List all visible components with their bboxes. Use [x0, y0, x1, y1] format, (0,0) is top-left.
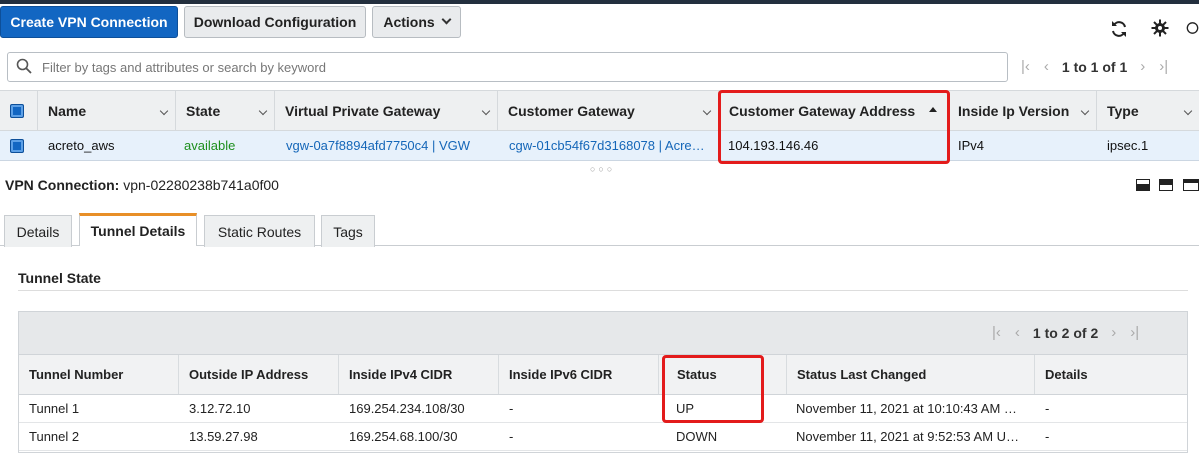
cell-outside-ip: 3.12.72.10: [189, 401, 251, 416]
tab-tags[interactable]: Tags: [321, 215, 375, 247]
cell-inside-ipv4: 169.254.234.108/30: [349, 401, 465, 416]
last-page-icon[interactable]: ›|: [1159, 58, 1168, 75]
vpn-connection-id: vpn-02280238b741a0f00: [123, 177, 279, 193]
row-checkbox[interactable]: [10, 138, 24, 153]
tab-details[interactable]: Details: [4, 215, 72, 247]
sort-icon: [1080, 106, 1090, 116]
next-page-icon[interactable]: ›: [1140, 58, 1145, 75]
cell-outside-ip: 13.59.27.98: [189, 429, 258, 444]
actions-dropdown-button[interactable]: Actions: [372, 6, 461, 38]
pager-text: 1 to 1 of 1: [1061, 58, 1128, 75]
cell-tunnel: Tunnel 2: [29, 429, 80, 444]
select-all-checkbox[interactable]: [10, 103, 24, 118]
prev-page-icon[interactable]: ‹: [1044, 58, 1049, 75]
tab-tunnel-details[interactable]: Tunnel Details: [79, 213, 197, 246]
download-configuration-button[interactable]: Download Configuration: [184, 6, 366, 38]
split-view-icon[interactable]: [1159, 179, 1173, 191]
search-bar[interactable]: [7, 52, 1008, 82]
sort-icon: [702, 106, 712, 116]
col-inside-ipv6[interactable]: Inside IPv6 CIDR: [499, 355, 659, 394]
pager-text: 1 to 2 of 2: [1032, 324, 1099, 341]
divider: [18, 290, 1188, 291]
cell-status-changed: November 11, 2021 at 9:52:53 AM U…: [796, 429, 1020, 444]
next-page-icon[interactable]: ›: [1111, 324, 1116, 341]
select-all-cell[interactable]: [0, 91, 38, 130]
detail-tabs: Details Tunnel Details Static Routes Tag…: [0, 213, 1199, 247]
col-name[interactable]: Name: [38, 91, 176, 130]
cell-inside-ipv4: 169.254.68.100/30: [349, 429, 458, 444]
sort-icon: [481, 106, 491, 116]
tunnel-table-toolbar: |‹ ‹ 1 to 2 of 2 › ›|: [19, 312, 1187, 354]
col-state[interactable]: State: [176, 91, 275, 130]
col-details[interactable]: Details: [1035, 355, 1187, 394]
cell-status-down: DOWN: [676, 429, 718, 444]
table-row[interactable]: Tunnel 2 13.59.27.98 169.254.68.100/30 -…: [19, 423, 1187, 451]
tab-static-routes[interactable]: Static Routes: [204, 215, 315, 247]
tunnel-state-heading: Tunnel State: [18, 270, 101, 286]
cell-tunnel: Tunnel 1: [29, 401, 80, 416]
cell-inside-ipv6: -: [509, 429, 514, 444]
search-input[interactable]: [40, 58, 1007, 76]
sort-icon: [1183, 106, 1193, 116]
cell-state: available: [184, 138, 236, 153]
first-page-icon[interactable]: |‹: [1021, 58, 1030, 75]
cell-type: ipsec.1: [1107, 138, 1149, 153]
first-page-icon[interactable]: |‹: [992, 324, 1001, 341]
tunnel-table: |‹ ‹ 1 to 2 of 2 › ›| Tunnel Number Outs…: [18, 311, 1188, 453]
cgw-address-highlight: [718, 90, 950, 164]
vpn-connection-label: VPN Connection:: [5, 177, 120, 193]
col-vpg[interactable]: Virtual Private Gateway: [275, 91, 498, 130]
table-row[interactable]: acreto_aws available vgw-0a7f8894afd7750…: [0, 131, 1199, 161]
gear-icon[interactable]: [1149, 17, 1171, 39]
tunnel-pager: |‹ ‹ 1 to 2 of 2 › ›|: [985, 324, 1146, 341]
col-status-last-changed[interactable]: Status Last Changed: [787, 355, 1035, 394]
prev-page-icon[interactable]: ‹: [1015, 324, 1020, 341]
col-inside-ipv4[interactable]: Inside IPv4 CIDR: [339, 355, 499, 394]
col-outside-ip[interactable]: Outside IP Address: [179, 355, 339, 394]
main-pager: |‹ ‹ 1 to 1 of 1 › ›|: [1014, 58, 1175, 75]
vpn-connection-title: VPN Connection: vpn-02280238b741a0f00: [5, 177, 279, 193]
cell-details: -: [1045, 401, 1050, 416]
cell-vpg-link[interactable]: vgw-0a7f8894afd7750c4 | VGW: [276, 131, 498, 160]
help-icon[interactable]: [1186, 17, 1199, 39]
sort-icon: [159, 106, 169, 116]
cell-cgw-link[interactable]: cgw-01cb54f67d3168078 | Acre…: [499, 131, 711, 160]
status-highlight: [662, 355, 764, 423]
cell-status-changed: November 11, 2021 at 10:10:43 AM …: [796, 401, 1017, 416]
full-view-icon[interactable]: [1183, 179, 1199, 191]
table-row[interactable]: Tunnel 1 3.12.72.10 169.254.234.108/30 -…: [19, 395, 1187, 423]
cell-details: -: [1045, 429, 1050, 444]
actions-label: Actions: [383, 14, 435, 30]
col-ip-version[interactable]: Inside Ip Version: [948, 91, 1097, 130]
cell-ip-version: IPv4: [958, 138, 985, 153]
cell-name: acreto_aws: [48, 138, 115, 153]
last-page-icon[interactable]: ›|: [1130, 324, 1139, 341]
top-strip: [0, 0, 1199, 4]
bottom-panel-view-icon[interactable]: [1136, 179, 1150, 191]
cell-inside-ipv6: -: [509, 401, 514, 416]
chevron-down-icon: [441, 14, 452, 25]
refresh-icon[interactable]: [1108, 18, 1130, 40]
search-icon: [16, 58, 32, 77]
vpn-table-header: Name State Virtual Private Gateway Custo…: [0, 90, 1199, 131]
row-checkbox-cell[interactable]: [0, 131, 38, 160]
sort-icon: [258, 106, 268, 116]
create-vpn-connection-button[interactable]: Create VPN Connection: [0, 6, 178, 38]
col-tunnel-number[interactable]: Tunnel Number: [19, 355, 179, 394]
col-type[interactable]: Type: [1097, 91, 1199, 130]
col-cgw[interactable]: Customer Gateway: [498, 91, 719, 130]
tunnel-table-header: Tunnel Number Outside IP Address Inside …: [19, 354, 1187, 395]
panel-resize-handle[interactable]: ○○○: [590, 164, 615, 174]
